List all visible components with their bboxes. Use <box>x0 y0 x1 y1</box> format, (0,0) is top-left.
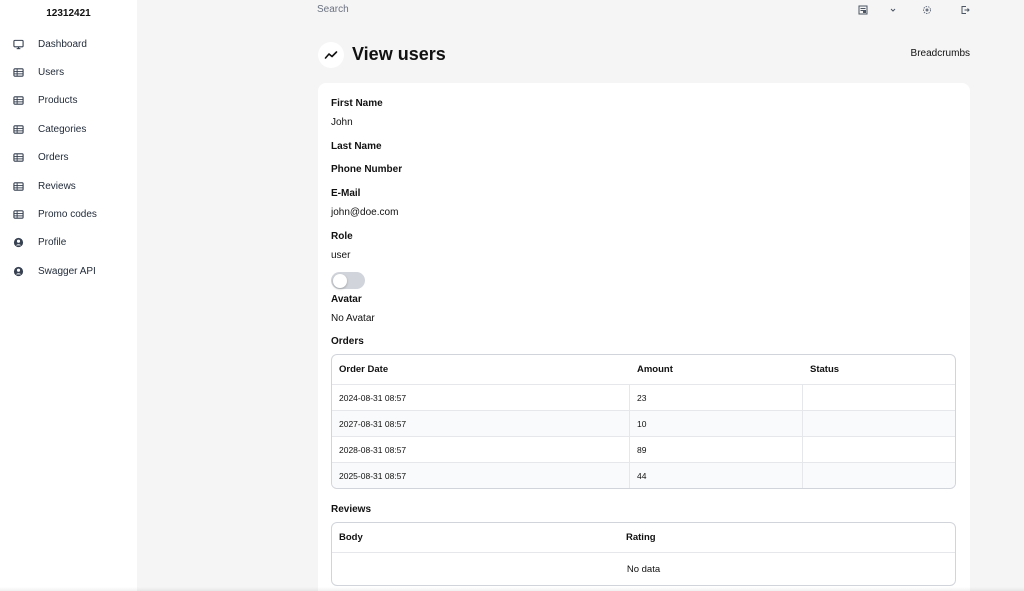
bottom-shadow <box>0 587 1024 591</box>
brand-name: 12312421 <box>46 8 91 19</box>
amount-cell: 44 <box>630 463 803 488</box>
topbar: Search <box>137 0 1024 22</box>
table-icon <box>13 67 24 78</box>
status-cell <box>803 463 955 488</box>
table-row[interactable]: 2024-08-31 08:57 23 <box>332 384 955 410</box>
column-header-order-date[interactable]: Order Date <box>332 355 630 384</box>
toggle-knob <box>333 273 347 288</box>
breadcrumb[interactable]: Breadcrumbs <box>911 48 970 59</box>
table-row[interactable]: 2027-08-31 08:57 10 <box>332 410 955 436</box>
sidebar: 12312421 Dashboard Users Products Catego… <box>0 0 137 591</box>
theme-icon[interactable] <box>921 4 933 16</box>
sidebar-item-swagger-api[interactable]: Swagger API <box>0 257 137 285</box>
amount-cell: 10 <box>630 411 803 436</box>
sidebar-item-label: Dashboard <box>38 38 87 50</box>
monitor-icon <box>13 39 24 50</box>
sidebar-item-label: Profile <box>38 237 67 249</box>
table-row[interactable]: 2025-08-31 08:57 44 <box>332 462 955 488</box>
empty-state-text: No data <box>332 552 955 585</box>
status-cell <box>803 411 955 436</box>
table-row[interactable]: 2028-08-31 08:57 89 <box>332 436 955 462</box>
first-name-label: First Name <box>331 98 383 109</box>
column-header-amount[interactable]: Amount <box>630 355 803 384</box>
page-title: View users <box>352 44 446 64</box>
trend-icon <box>318 42 344 68</box>
order-date-cell: 2028-08-31 08:57 <box>332 437 630 462</box>
table-icon <box>13 209 24 220</box>
sidebar-item-label: Promo codes <box>38 209 97 221</box>
language-icon[interactable] <box>857 4 869 16</box>
sidebar-item-label: Reviews <box>38 180 76 192</box>
order-date-cell: 2025-08-31 08:57 <box>332 463 630 488</box>
user-detail-card: First Name John Last Name Phone Number E… <box>318 83 970 591</box>
table-icon <box>13 152 24 163</box>
logout-icon[interactable] <box>959 4 971 16</box>
sidebar-item-label: Orders <box>38 152 69 164</box>
sidebar-item-profile[interactable]: Profile <box>0 229 137 257</box>
email-value: john@doe.com <box>331 207 399 218</box>
role-value: user <box>331 250 351 261</box>
orders-table: Order Date Amount Status 2024-08-31 08:5… <box>331 354 956 489</box>
status-cell <box>803 385 955 410</box>
orders-section-title: Orders <box>331 336 364 347</box>
table-header-row: Order Date Amount Status <box>332 355 955 384</box>
sidebar-item-categories[interactable]: Categories <box>0 115 137 143</box>
sidebar-item-products[interactable]: Products <box>0 87 137 115</box>
avatar-value: No Avatar <box>331 313 375 324</box>
table-icon <box>13 95 24 106</box>
sidebar-item-label: Swagger API <box>38 265 96 277</box>
table-icon <box>13 124 24 135</box>
first-name-value: John <box>331 117 353 128</box>
sidebar-item-label: Users <box>38 67 65 79</box>
search-input[interactable]: Search <box>317 4 349 15</box>
page-header: View users Breadcrumbs <box>318 40 970 70</box>
sidebar-item-reviews[interactable]: Reviews <box>0 172 137 200</box>
column-header-rating[interactable]: Rating <box>619 523 955 552</box>
status-cell <box>803 437 955 462</box>
table-icon <box>13 181 24 192</box>
chevron-down-icon[interactable] <box>887 4 899 16</box>
user-circle-icon <box>13 237 24 248</box>
sidebar-item-label: Categories <box>38 123 87 135</box>
reviews-section-title: Reviews <box>331 504 372 515</box>
status-toggle[interactable] <box>331 272 365 289</box>
last-name-label: Last Name <box>331 141 382 152</box>
reviews-table: Body Rating No data <box>331 522 956 586</box>
sidebar-item-users[interactable]: Users <box>0 58 137 86</box>
column-header-status[interactable]: Status <box>803 355 955 384</box>
avatar-label: Avatar <box>331 294 362 305</box>
amount-cell: 89 <box>630 437 803 462</box>
user-circle-icon <box>13 266 24 277</box>
sidebar-item-label: Products <box>38 95 78 107</box>
sidebar-item-promo-codes[interactable]: Promo codes <box>0 200 137 228</box>
order-date-cell: 2027-08-31 08:57 <box>332 411 630 436</box>
role-label: Role <box>331 231 353 242</box>
column-header-body[interactable]: Body <box>332 523 619 552</box>
sidebar-item-orders[interactable]: Orders <box>0 144 137 172</box>
amount-cell: 23 <box>630 385 803 410</box>
email-label: E-Mail <box>331 188 361 199</box>
order-date-cell: 2024-08-31 08:57 <box>332 385 630 410</box>
phone-number-label: Phone Number <box>331 164 403 175</box>
sidebar-nav: Dashboard Users Products Categories Orde… <box>0 30 137 286</box>
sidebar-item-dashboard[interactable]: Dashboard <box>0 30 137 58</box>
table-header-row: Body Rating <box>332 523 955 552</box>
